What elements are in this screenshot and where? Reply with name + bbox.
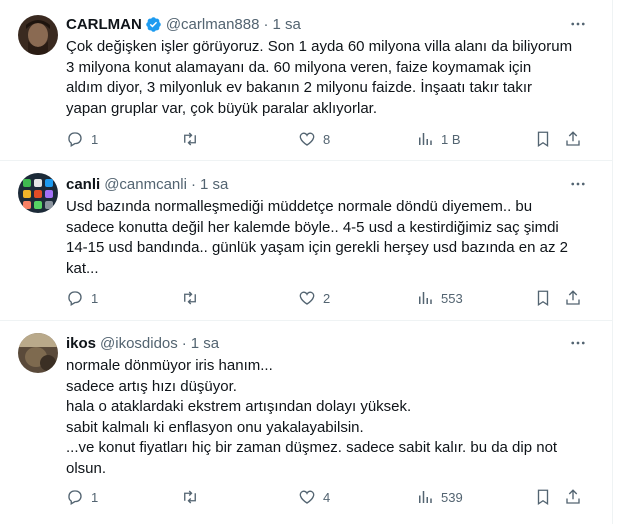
display-name[interactable]: ikos xyxy=(66,335,96,352)
tweet-header: canli @canmcanli · 1 sa xyxy=(66,174,602,194)
retweet-button[interactable] xyxy=(181,129,206,149)
avatar[interactable] xyxy=(18,15,58,55)
share-button[interactable] xyxy=(564,129,582,149)
views-button[interactable]: 1 B xyxy=(416,129,461,149)
tweet-text: Usd bazında normalleşmediği müddetçe nor… xyxy=(66,198,568,277)
share-button[interactable] xyxy=(564,487,582,507)
more-icon[interactable] xyxy=(568,14,588,34)
analytics-icon xyxy=(419,292,432,304)
like-count: 2 xyxy=(323,290,331,306)
reply-button[interactable]: 1 xyxy=(66,288,98,308)
timestamp[interactable]: 1 sa xyxy=(200,176,228,193)
reply-count: 1 xyxy=(91,489,99,505)
like-button[interactable]: 4 xyxy=(298,487,330,507)
bookmark-button[interactable] xyxy=(534,288,552,308)
reply-icon xyxy=(68,132,82,147)
like-button[interactable]: 8 xyxy=(298,129,330,149)
tweet-actions: 1 2 553 xyxy=(58,288,598,308)
tweet-actions: 1 4 539 xyxy=(58,487,598,507)
like-count: 8 xyxy=(323,131,331,147)
heart-icon xyxy=(299,490,315,504)
tweet-header: ikos @ikosdidos · 1 sa xyxy=(66,333,602,353)
reply-button[interactable]: 1 xyxy=(66,129,98,149)
timestamp[interactable]: 1 sa xyxy=(191,335,219,352)
views-count: 553 xyxy=(441,290,463,306)
reply-count: 1 xyxy=(91,290,99,306)
reply-count: 1 xyxy=(91,131,99,147)
heart-icon xyxy=(299,291,315,305)
tweet-carlman[interactable]: CARLMAN @carlman888 · 1 sa Çok değişken … xyxy=(0,0,612,161)
reply-button[interactable]: 1 xyxy=(66,487,98,507)
tweet-ikos[interactable]: ikos @ikosdidos · 1 sa normale dönmüyor … xyxy=(0,320,612,524)
tweet-text: normale dönmüyor iris hanım... sadece ar… xyxy=(66,357,558,477)
avatar[interactable] xyxy=(18,333,58,373)
more-icon[interactable] xyxy=(568,174,588,194)
tweet-actions: 1 8 1 B xyxy=(58,129,598,149)
share-icon xyxy=(566,290,580,305)
retweet-button[interactable] xyxy=(181,288,206,308)
reply-icon xyxy=(68,490,82,505)
separator-dot: · xyxy=(190,175,196,193)
heart-icon xyxy=(299,132,315,146)
tweet-canli[interactable]: canli @canmcanli · 1 sa Usd bazında norm… xyxy=(0,160,612,321)
views-count: 1 B xyxy=(441,131,461,147)
views-button[interactable]: 553 xyxy=(416,288,463,308)
like-button[interactable]: 2 xyxy=(298,288,330,308)
bookmark-icon xyxy=(537,489,549,506)
tweet-header: CARLMAN @carlman888 · 1 sa xyxy=(66,14,602,34)
user-handle[interactable]: @carlman888 xyxy=(166,16,260,33)
timeline-feed: CARLMAN @carlman888 · 1 sa Çok değişken … xyxy=(0,0,613,524)
retweet-button[interactable] xyxy=(181,487,206,507)
display-name[interactable]: CARLMAN xyxy=(66,16,142,33)
display-name[interactable]: canli xyxy=(66,176,100,193)
views-button[interactable]: 539 xyxy=(416,487,463,507)
bookmark-button[interactable] xyxy=(534,129,552,149)
more-icon[interactable] xyxy=(568,333,588,353)
retweet-icon xyxy=(184,490,196,504)
verified-badge-icon xyxy=(145,16,162,33)
user-handle[interactable]: @canmcanli xyxy=(104,176,187,193)
timestamp[interactable]: 1 sa xyxy=(272,16,300,33)
retweet-icon xyxy=(184,291,196,305)
share-icon xyxy=(566,489,580,504)
avatar[interactable] xyxy=(18,173,58,213)
share-icon xyxy=(566,131,580,146)
bookmark-button[interactable] xyxy=(534,487,552,507)
share-button[interactable] xyxy=(564,288,582,308)
tweet-text: Çok değişken işler görüyoruz. Son 1 ayda… xyxy=(66,38,573,117)
views-count: 539 xyxy=(441,489,463,505)
reply-icon xyxy=(68,291,82,306)
retweet-icon xyxy=(184,132,196,146)
analytics-icon xyxy=(419,491,432,503)
analytics-icon xyxy=(419,133,432,145)
bookmark-icon xyxy=(537,290,549,307)
like-count: 4 xyxy=(323,489,331,505)
bookmark-icon xyxy=(537,131,549,148)
user-handle[interactable]: @ikosdidos xyxy=(100,335,178,352)
separator-dot: · xyxy=(263,15,269,33)
separator-dot: · xyxy=(181,334,187,352)
